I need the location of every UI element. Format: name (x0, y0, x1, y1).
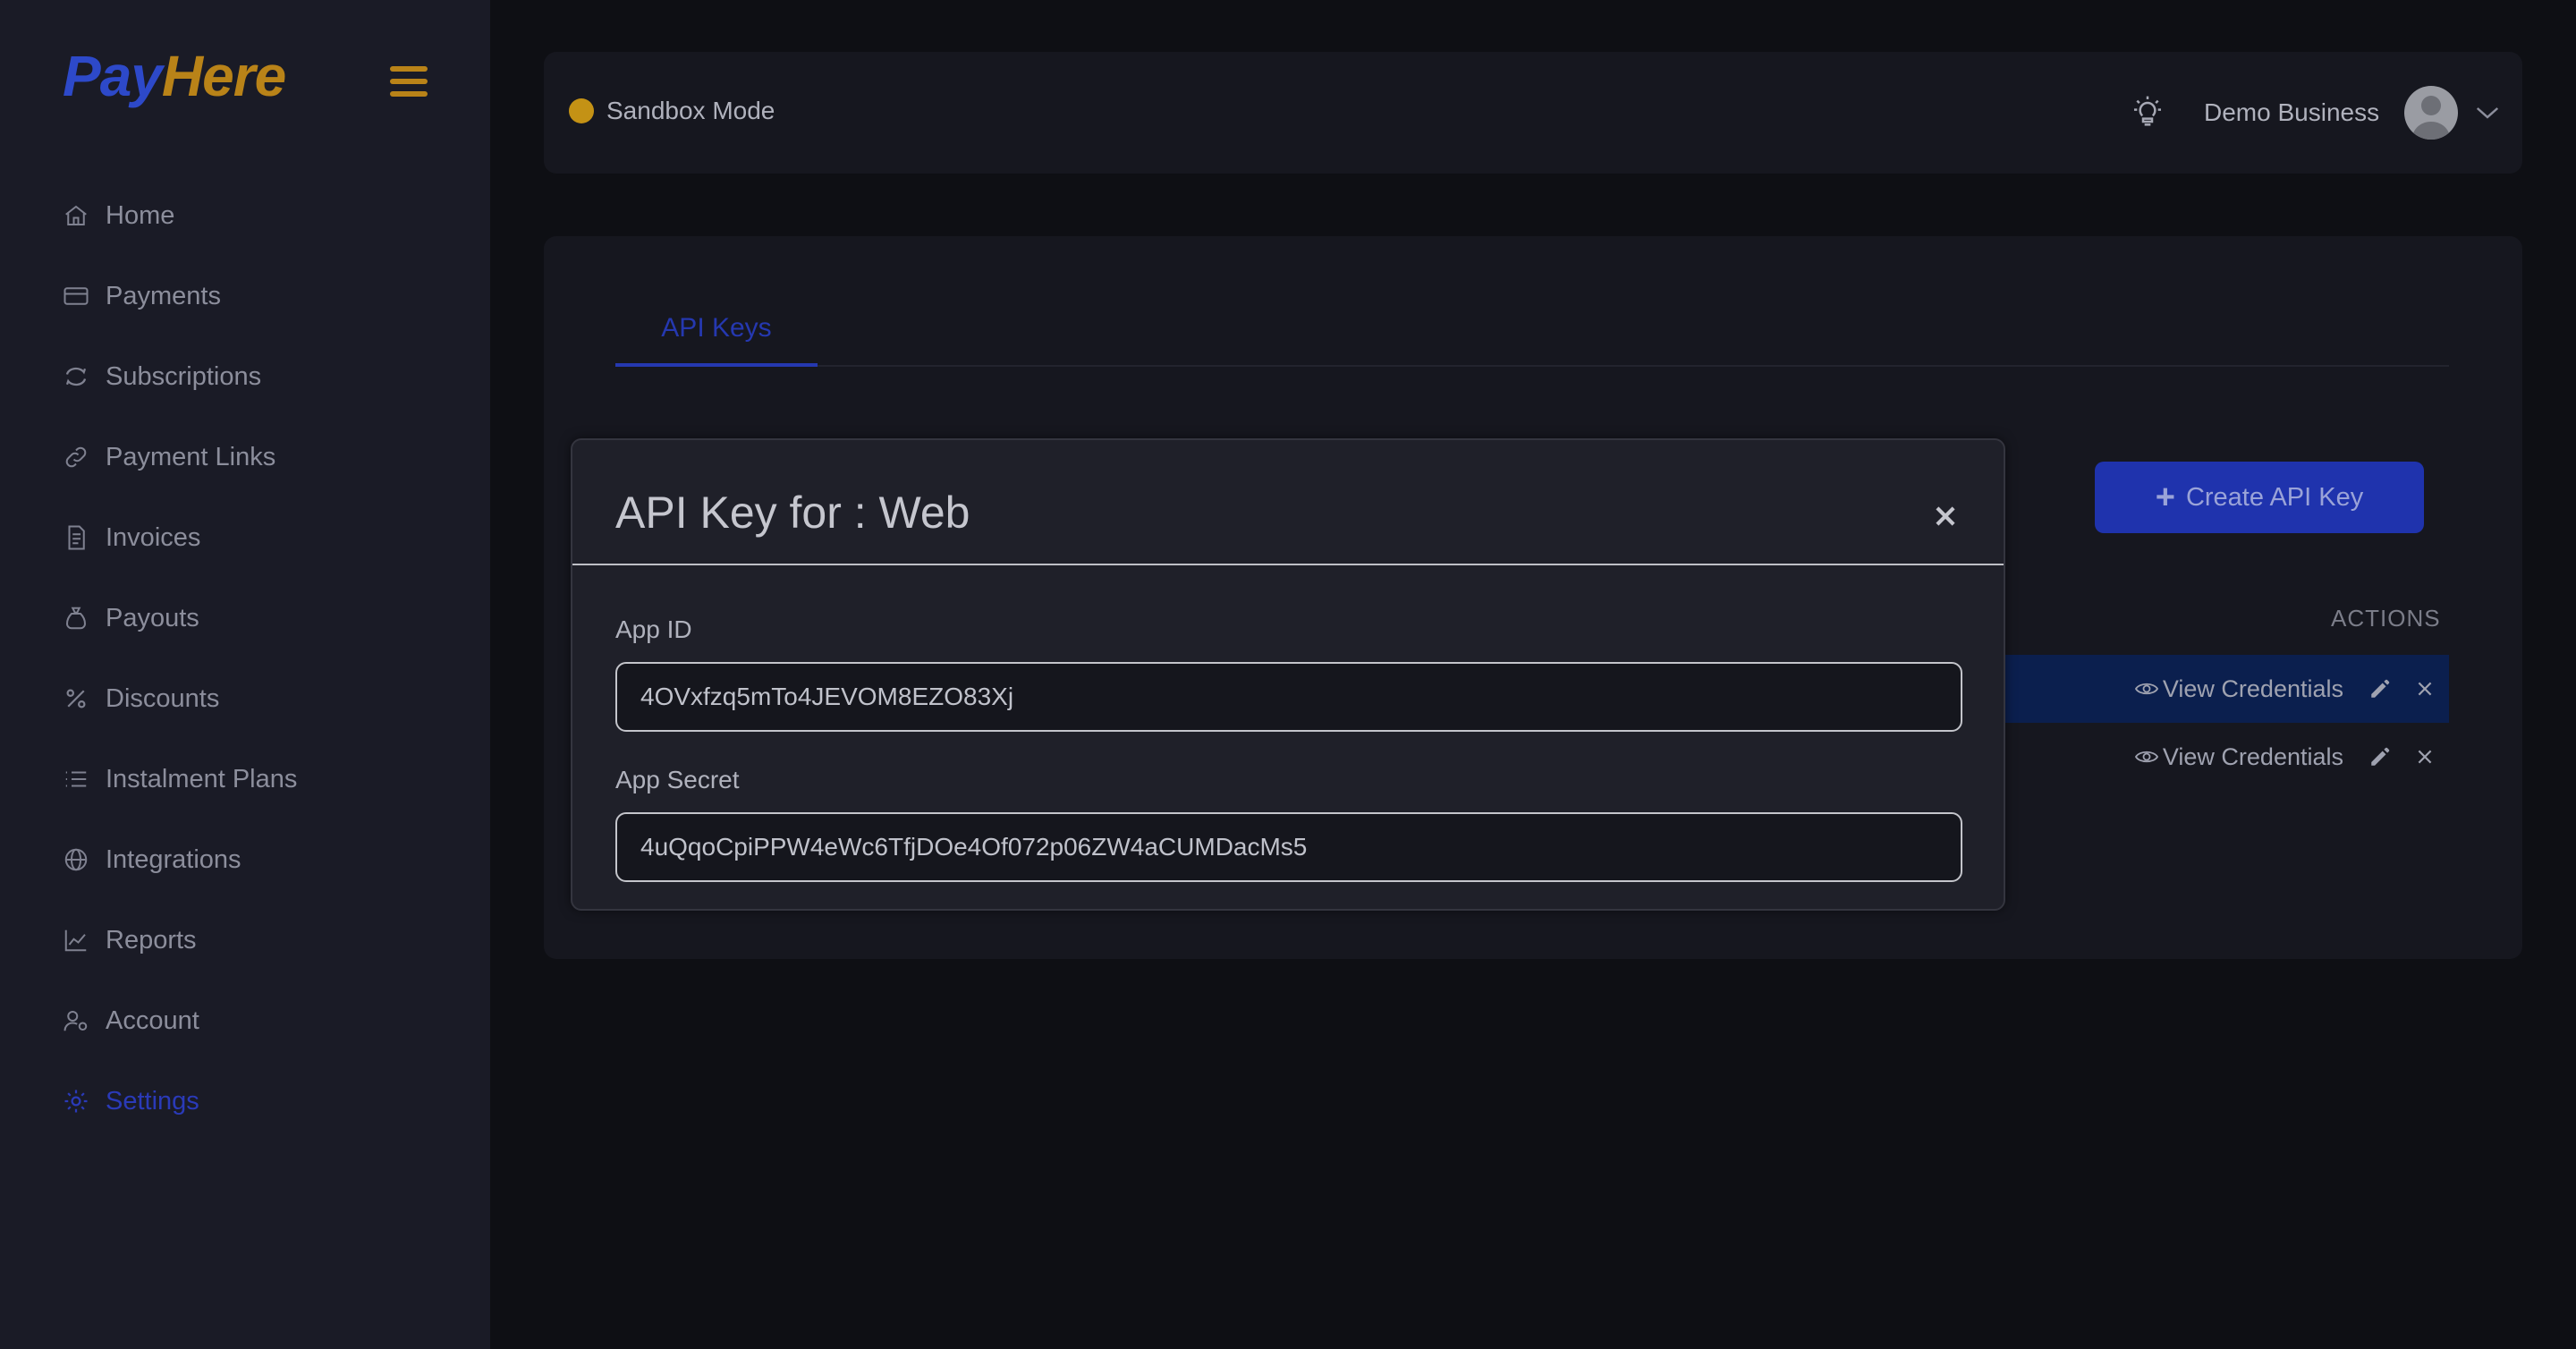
app-id-label: App ID (615, 615, 692, 643)
home-icon (61, 200, 91, 231)
sidebar-item-label: Invoices (106, 522, 201, 552)
app-id-value: 4OVxfzq5mTo4JEVOM8EZO83Xj (640, 683, 1014, 710)
sidebar-nav: Home Payments Subscriptions Payment Link… (61, 175, 454, 1141)
credit-card-icon (61, 281, 91, 311)
modal-header: API Key for : Web (572, 440, 2004, 565)
close-icon[interactable] (2415, 747, 2435, 767)
table-row: View Credentials (1975, 655, 2449, 723)
sidebar-item-discounts[interactable]: Discounts (61, 658, 454, 739)
sidebar-item-label: Instalment Plans (106, 764, 298, 793)
actions-column-header: ACTIONS (2331, 605, 2441, 632)
payhere-logo[interactable]: PayHere (63, 44, 286, 108)
money-bag-icon (61, 603, 91, 633)
invoice-icon (61, 522, 91, 553)
eye-icon (2134, 751, 2158, 763)
logo-here-text: Here (161, 44, 286, 108)
sidebar-item-reports[interactable]: Reports (61, 900, 454, 980)
app-secret-label: App Secret (615, 766, 740, 793)
sidebar-item-payments[interactable]: Payments (61, 256, 454, 336)
list-icon (61, 764, 91, 794)
close-icon[interactable] (1934, 505, 1957, 528)
sidebar-item-subscriptions[interactable]: Subscriptions (61, 336, 454, 417)
sidebar-item-label: Payments (106, 281, 221, 310)
sidebar-item-label: Settings (106, 1086, 199, 1116)
globe-icon (61, 844, 91, 875)
sidebar-item-label: Payouts (106, 603, 199, 632)
view-credentials-label: View Credentials (2162, 742, 2343, 770)
create-api-key-label: Create API Key (2185, 482, 2364, 512)
logo-pay-text: Pay (63, 44, 163, 108)
sidebar-item-label: Integrations (106, 844, 242, 874)
view-credentials-link[interactable]: View Credentials (2134, 675, 2343, 703)
sidebar-item-home[interactable]: Home (61, 175, 454, 256)
app-secret-value: 4uQqoCpiPPW4eWc6TfjDOe4Of072p06ZW4aCUMDa… (640, 833, 1308, 861)
link-icon (61, 442, 91, 472)
sidebar-item-label: Reports (106, 925, 197, 954)
pencil-icon[interactable] (2368, 677, 2392, 700)
pencil-icon[interactable] (2368, 745, 2392, 768)
sidebar-item-account[interactable]: Account (61, 980, 454, 1061)
sidebar-item-integrations[interactable]: Integrations (61, 819, 454, 900)
refresh-icon (61, 361, 91, 392)
sidebar-item-label: Subscriptions (106, 361, 262, 391)
view-credentials-link[interactable]: View Credentials (2134, 743, 2343, 771)
sidebar-item-label: Discounts (106, 683, 220, 713)
sidebar: PayHere Home Payments Subscriptions Paym… (0, 0, 490, 1349)
chart-line-icon (61, 925, 91, 955)
business-name[interactable]: Demo Business (2204, 98, 2379, 127)
hamburger-menu-icon[interactable] (390, 66, 428, 97)
sidebar-item-label: Account (106, 1005, 199, 1035)
gear-icon (61, 1086, 91, 1116)
eye-icon (2134, 683, 2158, 695)
chevron-down-icon[interactable] (2474, 102, 2501, 123)
tabs-bar: API Keys (615, 311, 2449, 367)
plus-icon: + (2155, 478, 2175, 516)
close-icon[interactable] (2415, 679, 2435, 699)
app-secret-field[interactable]: 4uQqoCpiPPW4eWc6TfjDOe4Of072p06ZW4aCUMDa… (615, 812, 1962, 882)
user-gear-icon (61, 1005, 91, 1036)
sidebar-item-label: Home (106, 200, 175, 230)
table-row: View Credentials (1975, 723, 2449, 791)
lightbulb-icon[interactable] (2129, 95, 2166, 131)
percent-icon (61, 683, 91, 714)
sidebar-item-instalment-plans[interactable]: Instalment Plans (61, 739, 454, 819)
create-api-key-button[interactable]: + Create API Key (2095, 462, 2424, 533)
status-dot-icon (569, 98, 594, 123)
sidebar-item-payment-links[interactable]: Payment Links (61, 417, 454, 497)
sidebar-item-settings[interactable]: Settings (61, 1061, 454, 1141)
modal-title: API Key for : Web (615, 488, 970, 538)
avatar[interactable] (2404, 86, 2458, 140)
app-id-field[interactable]: 4OVxfzq5mTo4JEVOM8EZO83Xj (615, 662, 1962, 732)
sidebar-item-invoices[interactable]: Invoices (61, 497, 454, 578)
top-bar: Sandbox Mode Demo Business (544, 52, 2522, 174)
sandbox-mode-indicator: Sandbox Mode (569, 97, 775, 125)
api-key-modal: API Key for : Web App ID 4OVxfzq5mTo4JEV… (571, 438, 2005, 911)
tab-api-keys[interactable]: API Keys (615, 311, 818, 367)
sidebar-item-label: Payment Links (106, 442, 276, 471)
sandbox-mode-label: Sandbox Mode (606, 97, 775, 124)
sidebar-item-payouts[interactable]: Payouts (61, 578, 454, 658)
view-credentials-label: View Credentials (2162, 674, 2343, 702)
